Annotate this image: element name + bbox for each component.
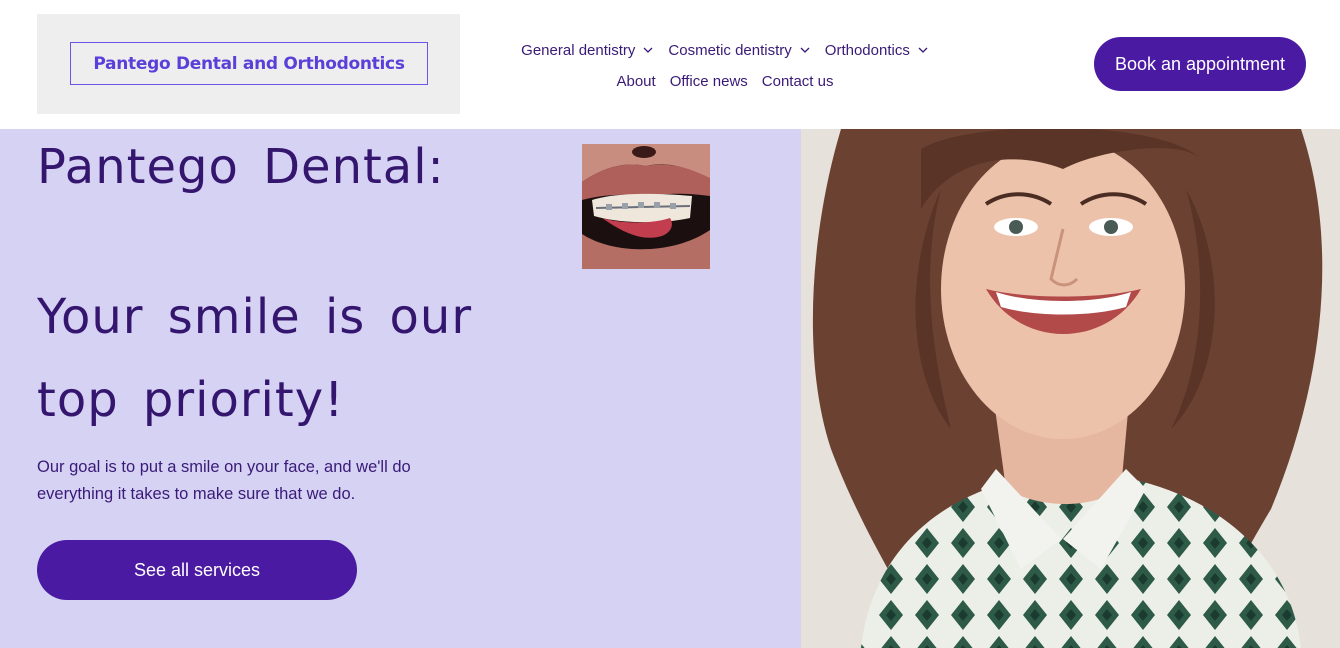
nav-item-about[interactable]: About <box>616 73 655 90</box>
nav-item-label: Contact us <box>761 72 834 90</box>
hero-subtitle: Our goal is to put a smile on your face,… <box>37 458 411 503</box>
nav-item-label: About <box>616 72 656 90</box>
hero-title-line1: Pantego Dental: <box>37 139 445 195</box>
chevron-down-icon[interactable] <box>799 44 811 56</box>
main-nav: General dentistry Cosmetic dentistry Ort… <box>480 36 970 95</box>
nav-row-secondary: About Office news Contact us <box>480 67 970 95</box>
nav-item-orthodontics[interactable]: Orthodontics <box>825 42 929 59</box>
hero-section: Pantego Dental: Your smile is our top pr… <box>0 129 801 648</box>
nav-item-cosmetic-dentistry[interactable]: Cosmetic dentistry <box>668 42 810 59</box>
smiling-woman-photo <box>801 129 1340 648</box>
book-appointment-button[interactable]: Book an appointment <box>1094 37 1306 91</box>
nav-item-office-news[interactable]: Office news <box>670 73 748 90</box>
logo-frame: Pantego Dental and Orthodontics <box>70 42 428 85</box>
nav-item-contact-us[interactable]: Contact us <box>762 73 834 90</box>
nav-item-label: General dentistry <box>521 41 636 59</box>
nav-item-label: Office news <box>669 72 748 90</box>
see-all-services-button[interactable]: See all services <box>37 540 357 600</box>
logo[interactable]: Pantego Dental and Orthodontics <box>37 14 460 114</box>
logo-text: Pantego Dental and Orthodontics <box>93 53 405 74</box>
chevron-down-icon[interactable] <box>642 44 654 56</box>
hero-title-line3: top priority! <box>37 372 345 428</box>
hero-title-line2: Your smile is our <box>37 289 473 345</box>
nav-item-label: Orthodontics <box>824 41 910 59</box>
braces-smile-image <box>582 144 710 269</box>
nav-row-primary: General dentistry Cosmetic dentistry Ort… <box>480 36 970 64</box>
nav-item-general-dentistry[interactable]: General dentistry <box>521 42 654 59</box>
chevron-down-icon[interactable] <box>917 44 929 56</box>
site-header: Pantego Dental and Orthodontics General … <box>0 0 1340 129</box>
nav-item-label: Cosmetic dentistry <box>668 41 792 59</box>
